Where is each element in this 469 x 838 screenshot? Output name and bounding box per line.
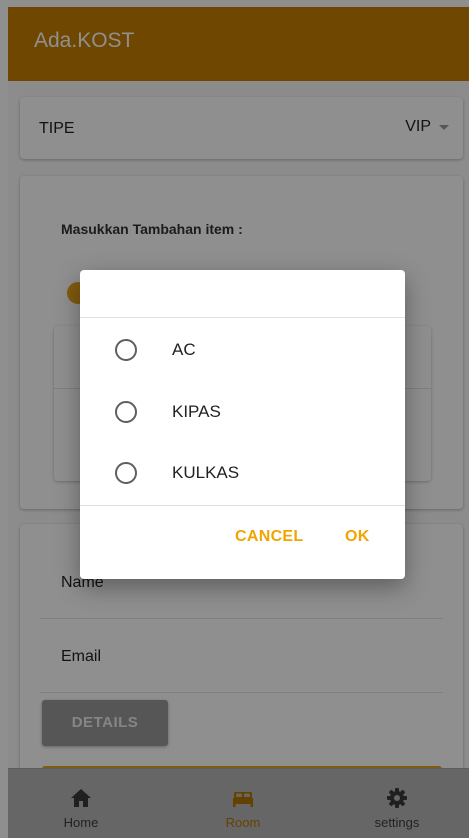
- option-label: KIPAS: [172, 402, 221, 421]
- option-kipas[interactable]: KIPAS: [80, 384, 405, 440]
- divider: [80, 505, 405, 506]
- ok-button[interactable]: OK: [345, 528, 370, 546]
- divider: [80, 317, 405, 318]
- option-ac[interactable]: AC: [80, 322, 405, 378]
- radio-unchecked-icon[interactable]: [115, 462, 137, 484]
- radio-unchecked-icon[interactable]: [115, 339, 137, 361]
- radio-unchecked-icon[interactable]: [115, 401, 137, 423]
- option-label: AC: [172, 340, 196, 359]
- option-label: KULKAS: [172, 463, 240, 482]
- cancel-button[interactable]: CANCEL: [235, 528, 303, 546]
- option-kulkas[interactable]: KULKAS: [80, 445, 405, 501]
- item-select-dialog: AC KIPAS KULKAS CANCEL OK: [80, 270, 405, 579]
